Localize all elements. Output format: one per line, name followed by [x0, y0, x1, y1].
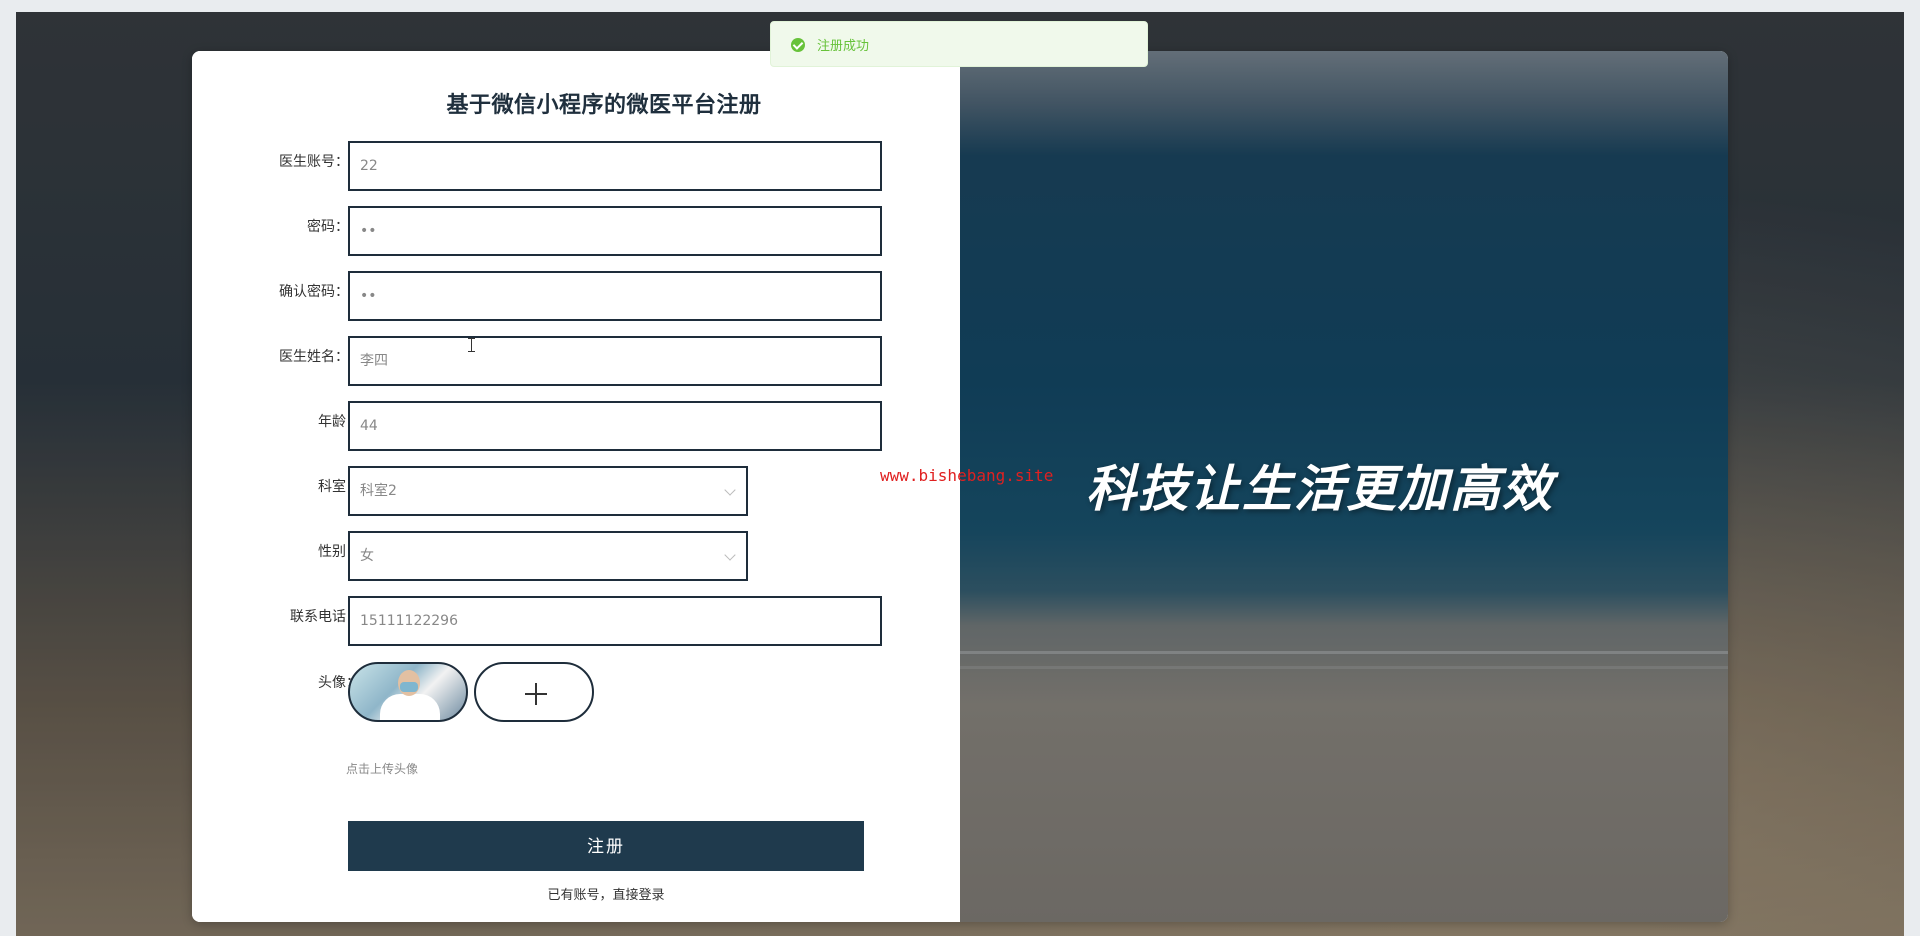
row-confirm-password: 确认密码：* — [192, 271, 960, 323]
hero-image: 科技让生活更加高效 — [960, 51, 1728, 922]
row-account: 医生账号：* — [192, 141, 960, 193]
register-card: 基于微信小程序的微医平台注册 医生账号：* 密码：* 确认密码：* 医生姓名：*… — [192, 51, 1728, 922]
success-toast: 注册成功 — [770, 21, 1148, 67]
upload-avatar-button[interactable] — [474, 662, 594, 722]
row-gender: 性别： 女 — [192, 531, 960, 583]
password-input[interactable] — [348, 206, 882, 256]
avatar-image-coat — [380, 694, 440, 720]
gender-select[interactable]: 女 — [348, 531, 748, 581]
confirm-password-input[interactable] — [348, 271, 882, 321]
avatar-thumbnail[interactable] — [348, 662, 468, 722]
row-password: 密码：* — [192, 206, 960, 258]
shoreline-decoration — [960, 666, 1728, 669]
register-button[interactable]: 注册 — [348, 821, 864, 871]
watermark: www.bishebang.site — [880, 466, 1054, 485]
row-doctor-name: 医生姓名：* — [192, 336, 960, 388]
shoreline-decoration — [960, 651, 1728, 654]
avatar-image-mask — [400, 682, 418, 692]
department-select[interactable]: 科室2 — [348, 466, 748, 516]
check-circle-icon — [791, 38, 805, 52]
upload-tip: 点击上传头像 — [346, 762, 419, 776]
plus-icon — [525, 683, 547, 705]
register-form: 基于微信小程序的微医平台注册 医生账号：* 密码：* 确认密码：* 医生姓名：*… — [192, 51, 960, 922]
form-title: 基于微信小程序的微医平台注册 — [446, 93, 762, 118]
row-avatar: 头像： — [192, 662, 960, 732]
toast-message: 注册成功 — [817, 39, 870, 54]
account-input[interactable] — [348, 141, 882, 191]
row-department: 科室： 科室2 — [192, 466, 960, 518]
login-link[interactable]: 已有账号，直接登录 — [348, 884, 864, 903]
row-phone: 联系电话： — [192, 596, 960, 648]
age-input[interactable] — [348, 401, 882, 451]
phone-input[interactable] — [348, 596, 882, 646]
gender-value: 女 — [360, 548, 374, 564]
department-value: 科室2 — [360, 483, 397, 499]
doctor-name-input[interactable] — [348, 336, 882, 386]
chevron-down-icon — [724, 484, 736, 496]
text-cursor-icon — [468, 338, 476, 352]
row-age: 年龄： — [192, 401, 960, 453]
hero-slogan: 科技让生活更加高效 — [1086, 460, 1554, 518]
chevron-down-icon — [724, 549, 736, 561]
